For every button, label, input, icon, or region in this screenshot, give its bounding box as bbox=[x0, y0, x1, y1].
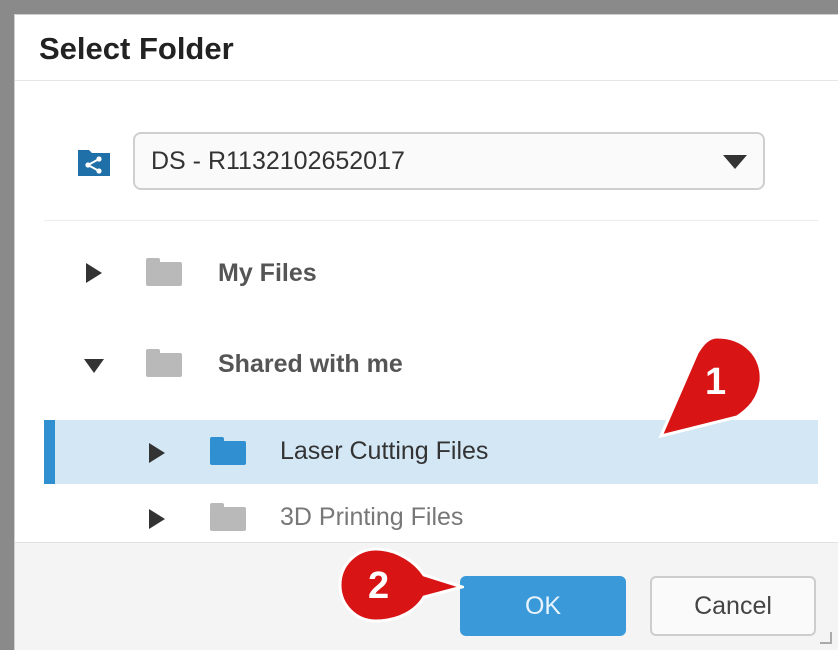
dialog-title: Select Folder bbox=[39, 31, 234, 66]
ok-button[interactable]: OK bbox=[460, 576, 626, 636]
callout-step-1: 1 bbox=[655, 333, 765, 438]
resize-grip-icon[interactable] bbox=[820, 632, 832, 644]
tree-item-label: 3D Printing Files bbox=[280, 503, 464, 531]
callout-step-2: 2 bbox=[336, 545, 464, 625]
shared-drive-icon bbox=[77, 147, 111, 177]
tree-item-3d-printing-files[interactable]: 3D Printing Files bbox=[44, 487, 818, 543]
tree-item-my-files[interactable]: My Files bbox=[44, 241, 818, 305]
cancel-button[interactable]: Cancel bbox=[650, 576, 816, 636]
tree-item-label: Laser Cutting Files bbox=[280, 437, 489, 465]
collapse-arrow-icon[interactable] bbox=[84, 359, 104, 373]
callout-number: 2 bbox=[368, 565, 390, 607]
callout-number: 1 bbox=[705, 361, 727, 403]
expand-arrow-icon[interactable] bbox=[149, 443, 165, 463]
location-select-value: DS - R1132102652017 bbox=[151, 147, 405, 175]
tree-item-label: My Files bbox=[218, 259, 317, 287]
expand-arrow-icon[interactable] bbox=[149, 509, 165, 529]
title-divider bbox=[15, 80, 838, 81]
chevron-down-icon bbox=[723, 155, 747, 169]
tree-item-label: Shared with me bbox=[218, 350, 403, 378]
selection-indicator bbox=[44, 420, 55, 484]
location-select[interactable]: DS - R1132102652017 bbox=[133, 132, 765, 190]
expand-arrow-icon[interactable] bbox=[86, 263, 102, 283]
